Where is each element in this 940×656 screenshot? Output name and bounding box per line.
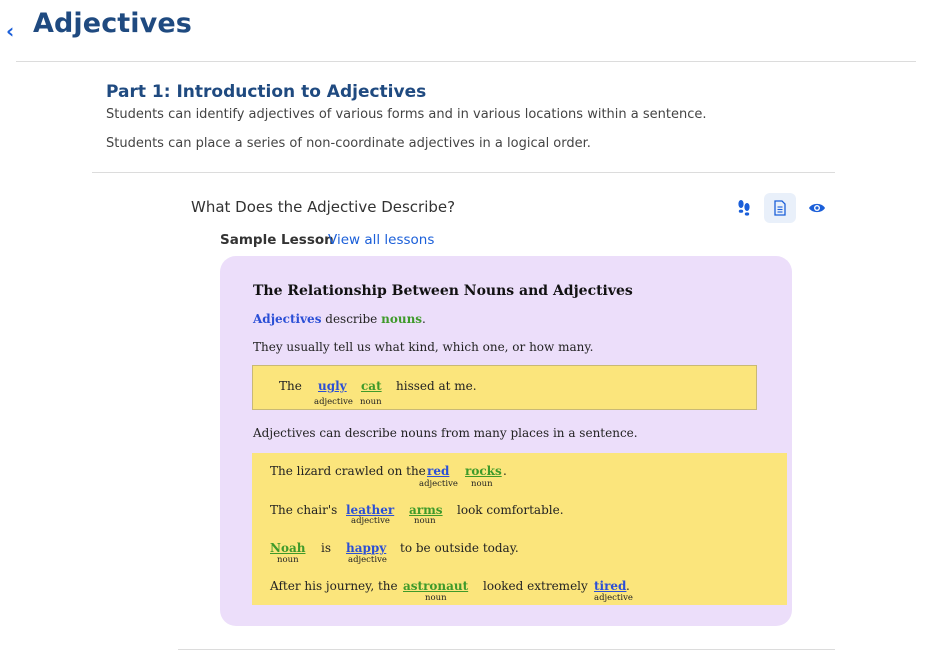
- page-title: Adjectives: [33, 8, 192, 39]
- describe-word: describe: [321, 312, 382, 326]
- lesson-preview-card[interactable]: The Relationship Between Nouns and Adjec…: [220, 256, 792, 626]
- footprints-button[interactable]: [728, 193, 760, 223]
- sentences-box: The lizard crawled on the red adjective …: [252, 453, 787, 605]
- s4-mid: looked extremely: [483, 579, 588, 593]
- s3-rest: to be outside today.: [400, 541, 519, 555]
- adjective-label: adjective: [419, 479, 458, 489]
- eye-icon: [809, 203, 825, 213]
- back-chevron-icon[interactable]: ‹: [6, 21, 22, 41]
- page-header: ‹ Adjectives: [0, 0, 940, 62]
- adjective-label: adjective: [348, 555, 387, 565]
- s3-adjective: happy: [346, 541, 387, 555]
- s2-noun: arms: [409, 503, 443, 517]
- divider: [16, 61, 916, 62]
- nouns-word: nouns: [381, 312, 423, 326]
- card-places-text: Adjectives can describe nouns from many …: [253, 426, 638, 440]
- footprints-icon: [738, 200, 750, 216]
- preview-button[interactable]: [801, 193, 833, 223]
- noun-label: noun: [277, 555, 299, 565]
- s2-text: The chair's: [270, 503, 338, 517]
- s1-adjective: red: [427, 464, 450, 478]
- adjective-label: adjective: [594, 593, 633, 603]
- divider: [178, 649, 835, 650]
- s4-noun: astronaut: [403, 579, 469, 593]
- example-rest: hissed at me.: [396, 379, 477, 393]
- card-explanation: They usually tell us what kind, which on…: [253, 340, 594, 354]
- card-title: The Relationship Between Nouns and Adjec…: [253, 283, 633, 299]
- s2-rest: look comfortable.: [457, 503, 564, 517]
- period: .: [422, 312, 426, 326]
- example-noun: cat: [361, 379, 382, 393]
- adjective-label: adjective: [314, 397, 353, 407]
- s4-text: After his journey, the: [270, 579, 398, 593]
- part-title: Part 1: Introduction to Adjectives: [106, 82, 427, 102]
- example-box: The ugly adjective cat noun hissed at me…: [252, 365, 757, 410]
- noun-label: noun: [471, 479, 493, 489]
- view-all-lessons-link[interactable]: View all lessons: [328, 232, 434, 248]
- example-the: The: [279, 379, 302, 393]
- objective-1: Students can identify adjectives of vari…: [106, 107, 707, 122]
- document-icon: [774, 200, 786, 216]
- card-definition: Adjectives describe nouns.: [253, 312, 426, 326]
- s2-adjective: leather: [346, 503, 395, 517]
- document-button[interactable]: [764, 193, 796, 223]
- sample-lesson-label: Sample Lesson: [220, 232, 334, 248]
- s1-text: The lizard crawled on the: [270, 464, 426, 478]
- objective-2: Students can place a series of non-coord…: [106, 136, 591, 151]
- s1-period: .: [503, 464, 507, 478]
- noun-label: noun: [414, 516, 436, 526]
- s4-period: .: [626, 579, 630, 593]
- s3-is: is: [321, 541, 331, 555]
- divider: [92, 172, 835, 173]
- s3-noun: Noah: [270, 541, 306, 555]
- lesson-title[interactable]: What Does the Adjective Describe?: [191, 198, 455, 216]
- adjectives-word: Adjectives: [253, 312, 322, 326]
- s4-adjective: tired: [594, 579, 627, 593]
- noun-label: noun: [360, 397, 382, 407]
- example-adjective: ugly: [318, 379, 347, 393]
- s1-noun: rocks: [465, 464, 502, 478]
- adjective-label: adjective: [351, 516, 390, 526]
- noun-label: noun: [425, 593, 447, 603]
